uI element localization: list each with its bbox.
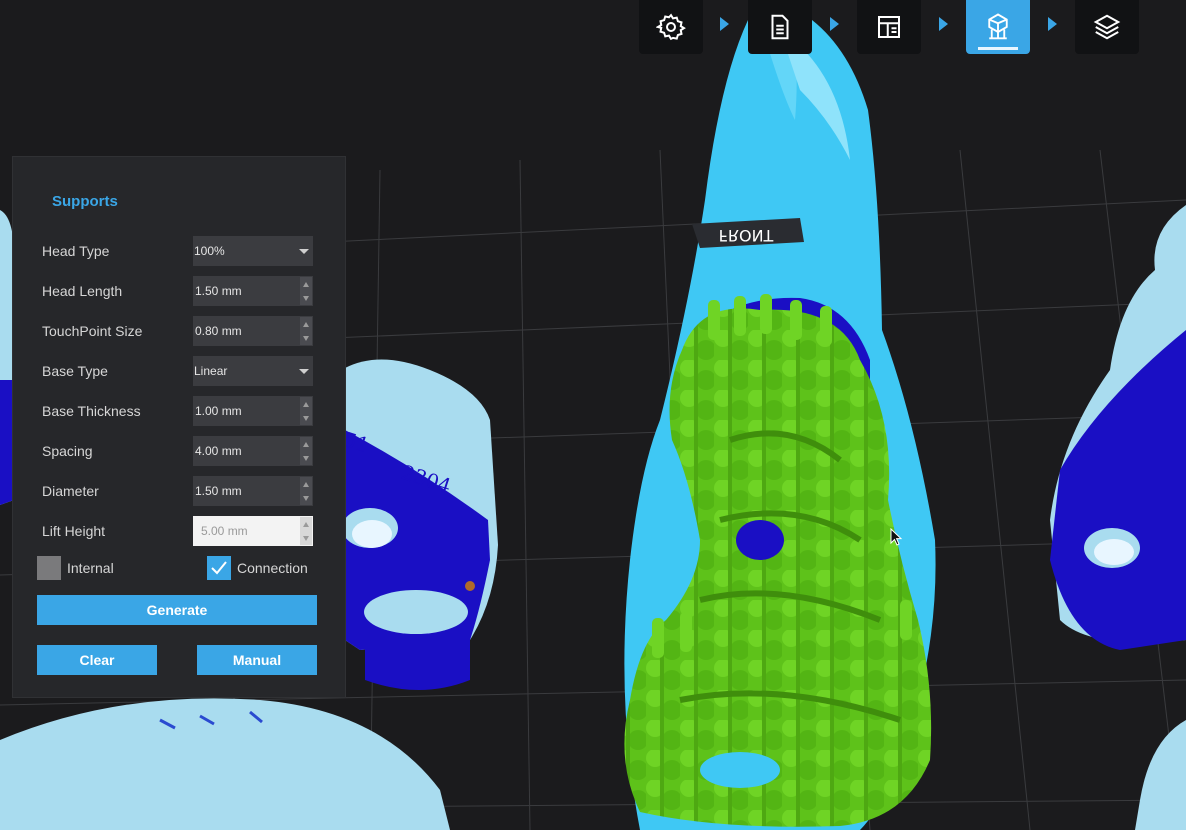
step-arrow bbox=[830, 17, 839, 31]
diameter-row: Diameter 1.50 mm bbox=[13, 476, 347, 508]
clear-button[interactable]: Clear bbox=[37, 645, 157, 675]
chevron-down-icon bbox=[299, 249, 309, 254]
base-thickness-label: Base Thickness bbox=[42, 403, 141, 419]
layout-icon bbox=[878, 16, 900, 38]
head-length-row: Head Length 1.50 mm bbox=[13, 276, 347, 308]
spacing-label: Spacing bbox=[42, 443, 93, 459]
step-file-button[interactable] bbox=[748, 0, 812, 54]
decrement-arrow-icon[interactable] bbox=[300, 331, 312, 345]
lift-height-label: Lift Height bbox=[42, 523, 106, 539]
head-type-select[interactable]: 100% bbox=[193, 236, 313, 266]
step-arrow bbox=[939, 17, 948, 31]
internal-label: Internal bbox=[67, 560, 114, 576]
connection-label: Connection bbox=[237, 560, 308, 576]
step-supports-button[interactable] bbox=[966, 0, 1030, 54]
lift-height-input[interactable]: 5.00 mm bbox=[193, 516, 313, 546]
increment-arrow-icon[interactable] bbox=[300, 277, 312, 291]
step-arrow bbox=[1048, 17, 1057, 31]
increment-arrow-icon[interactable] bbox=[300, 517, 312, 531]
panel-title: Supports bbox=[52, 193, 118, 210]
support-structure-icon bbox=[988, 13, 1008, 40]
head-length-input[interactable]: 1.50 mm bbox=[193, 276, 313, 306]
base-thickness-input[interactable]: 1.00 mm bbox=[193, 396, 313, 426]
decrement-arrow-icon[interactable] bbox=[300, 411, 312, 425]
front-label: FRONT bbox=[719, 226, 774, 245]
layers-icon bbox=[1093, 14, 1121, 40]
lift-height-row: Lift Height 5.00 mm bbox=[13, 516, 347, 548]
diameter-input[interactable]: 1.50 mm bbox=[193, 476, 313, 506]
step-slice-button[interactable] bbox=[1075, 0, 1139, 54]
increment-arrow-icon[interactable] bbox=[300, 477, 312, 491]
head-type-label: Head Type bbox=[42, 243, 110, 259]
head-length-label: Head Length bbox=[42, 283, 123, 299]
document-icon bbox=[771, 14, 789, 40]
generate-button[interactable]: Generate bbox=[37, 595, 317, 625]
diameter-value: 1.50 mm bbox=[195, 484, 242, 498]
checkmark-icon bbox=[211, 561, 227, 575]
step-settings-button[interactable] bbox=[639, 0, 703, 54]
touchpoint-size-row: TouchPoint Size 0.80 mm bbox=[13, 316, 347, 348]
touchpoint-size-value: 0.80 mm bbox=[195, 324, 242, 338]
increment-arrow-icon[interactable] bbox=[300, 317, 312, 331]
base-type-label: Base Type bbox=[42, 363, 108, 379]
base-type-value: Linear bbox=[194, 364, 228, 378]
manual-button[interactable]: Manual bbox=[197, 645, 317, 675]
lift-height-value: 5.00 mm bbox=[201, 524, 248, 538]
step-layout-button[interactable] bbox=[857, 0, 921, 54]
base-thickness-row: Base Thickness 1.00 mm bbox=[13, 396, 347, 428]
increment-arrow-icon[interactable] bbox=[300, 437, 312, 451]
spacing-input[interactable]: 4.00 mm bbox=[193, 436, 313, 466]
head-type-value: 100% bbox=[194, 244, 225, 258]
head-type-row: Head Type 100% bbox=[13, 236, 347, 268]
head-length-value: 1.50 mm bbox=[195, 284, 242, 298]
chevron-down-icon bbox=[299, 369, 309, 374]
decrement-arrow-icon[interactable] bbox=[300, 491, 312, 505]
decrement-arrow-icon[interactable] bbox=[300, 451, 312, 465]
model-bottom-left bbox=[0, 698, 450, 830]
decrement-arrow-icon[interactable] bbox=[300, 531, 312, 545]
touchpoint-size-label: TouchPoint Size bbox=[42, 323, 143, 339]
spacing-row: Spacing 4.00 mm bbox=[13, 436, 347, 468]
base-type-row: Base Type Linear bbox=[13, 356, 347, 388]
step-arrow bbox=[720, 17, 729, 31]
increment-arrow-icon[interactable] bbox=[300, 397, 312, 411]
supports-panel: Supports Head Type 100% Head Length 1.50… bbox=[12, 156, 346, 698]
diameter-label: Diameter bbox=[42, 483, 99, 499]
base-thickness-value: 1.00 mm bbox=[195, 404, 242, 418]
gear-icon bbox=[656, 13, 686, 41]
decrement-arrow-icon[interactable] bbox=[300, 291, 312, 305]
mouse-cursor-icon bbox=[890, 528, 903, 546]
internal-checkbox[interactable] bbox=[37, 556, 61, 580]
touchpoint-size-input[interactable]: 0.80 mm bbox=[193, 316, 313, 346]
spacing-value: 4.00 mm bbox=[195, 444, 242, 458]
base-type-select[interactable]: Linear bbox=[193, 356, 313, 386]
connection-checkbox[interactable] bbox=[207, 556, 231, 580]
